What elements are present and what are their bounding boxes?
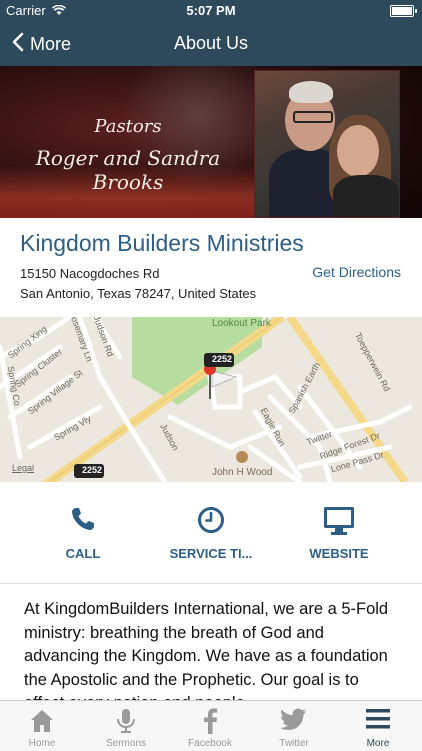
tab-bar: Home Sermons Facebook Twitter More [0,700,422,751]
pastors-photo [254,70,400,218]
tab-label: Twitter [279,738,309,749]
map-legal-link[interactable]: Legal [12,463,34,473]
battery-icon [390,5,417,17]
status-time: 5:07 PM [186,3,236,18]
call-button[interactable]: CALL [13,482,153,582]
tab-twitter[interactable]: Twitter [252,701,336,751]
tab-sermons[interactable]: Sermons [84,701,168,751]
route-shield-2: 2252 [82,465,103,475]
status-bar: Carrier 5:07 PM [0,0,422,22]
twitter-icon [280,708,307,735]
school-icon [236,451,248,463]
top-bar: Carrier 5:07 PM More About Us [0,0,422,66]
home-icon [29,708,55,739]
phone-icon [70,506,96,537]
website-button[interactable]: WEBSITE [269,482,409,582]
clock-icon [197,506,225,539]
banner-title: Pastors [94,116,162,137]
tab-label: Sermons [105,738,146,749]
action-buttons: CALL SERVICE TI... WEBSITE [0,482,422,584]
church-name: Kingdom Builders Ministries [20,230,304,256]
route-shield: 2252 [212,354,233,364]
monitor-icon [323,506,355,541]
microphone-icon [114,708,138,739]
facebook-icon [202,708,218,739]
tab-label: Facebook [188,738,232,749]
address-line-2: San Antonio, Texas 78247, United States [20,286,257,301]
menu-icon [366,708,390,735]
page-title: About Us [173,33,249,53]
location-map[interactable]: Lookout Park 2252 2252 Spring Xing Sprin… [0,317,422,482]
address-line-1: 15150 Nacogdoches Rd [20,266,160,281]
about-description: At KingdomBuilders International, we are… [24,600,389,712]
call-label: CALL [65,546,101,561]
get-directions-link[interactable]: Get Directions [312,264,401,280]
service-times-button[interactable]: SERVICE TI... [141,482,281,582]
tab-more[interactable]: More [336,701,420,751]
tab-label: Home [28,738,56,749]
pastors-banner: Pastors Roger and Sandra Brooks [0,66,422,218]
website-label: WEBSITE [309,546,369,561]
tab-facebook[interactable]: Facebook [168,701,252,751]
poi-label: John H Wood [212,467,273,478]
park-label: Lookout Park [212,318,271,329]
tab-home[interactable]: Home [0,701,84,751]
banner-names: Roger and Sandra Brooks [35,146,221,194]
tab-label: More [366,738,390,749]
service-times-label: SERVICE TI... [169,546,253,561]
